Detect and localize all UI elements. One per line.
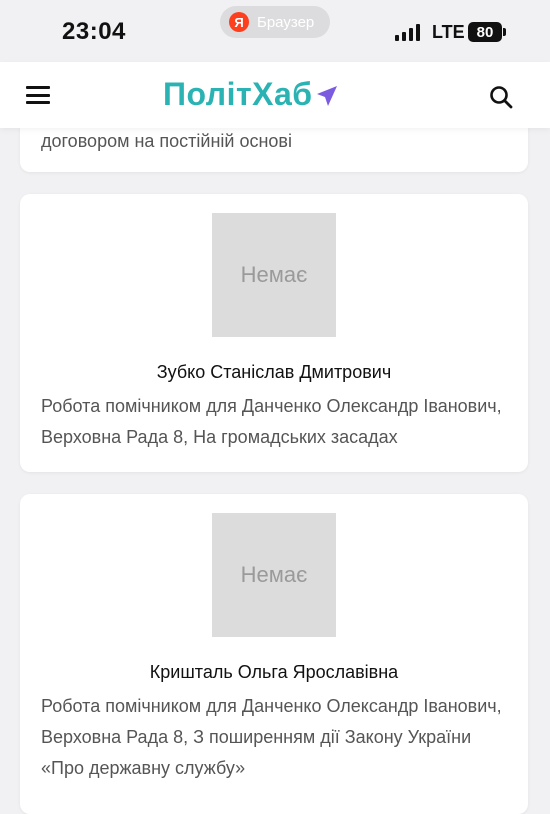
network-type: LTE [432,22,465,42]
photo-placeholder: Немає [212,513,336,637]
battery-level: 80 [476,23,494,41]
site-logo[interactable]: ПолітХаб [163,76,339,113]
person-name[interactable]: Зубко Станіслав Дмитрович [20,362,528,383]
person-description: Робота помічником для Данченко Олександр… [41,696,502,778]
photo-placeholder-label: Немає [240,262,308,287]
status-bar: 23:04 Я Браузер LTE 80 [0,0,550,62]
status-time: 23:04 [62,18,126,45]
battery-tip [503,28,506,36]
browser-label: Браузер [257,13,315,31]
card-description: договором на постійній основі [41,131,292,151]
assistant-card[interactable]: Немає Кришталь Ольга Ярославівна Робота … [20,494,528,814]
paper-plane-icon [316,85,337,106]
hamburger-menu-icon[interactable] [26,86,50,104]
assistant-card[interactable]: Немає Зубко Станіслав Дмитрович Робота п… [20,194,528,472]
app-header: ПолітХаб [0,62,550,128]
person-description: Робота помічником для Данченко Олександр… [41,396,502,447]
photo-placeholder: Немає [212,213,336,337]
photo-placeholder-label: Немає [240,562,308,587]
yandex-logo-icon: Я [229,12,249,32]
person-name[interactable]: Кришталь Ольга Ярославівна [20,662,528,683]
logo-text: ПолітХаб [163,76,313,112]
browser-return-pill[interactable]: Я Браузер [220,6,330,38]
search-icon[interactable] [488,84,514,110]
battery-icon: 80 [468,22,502,42]
signal-strength-icon [395,24,420,41]
